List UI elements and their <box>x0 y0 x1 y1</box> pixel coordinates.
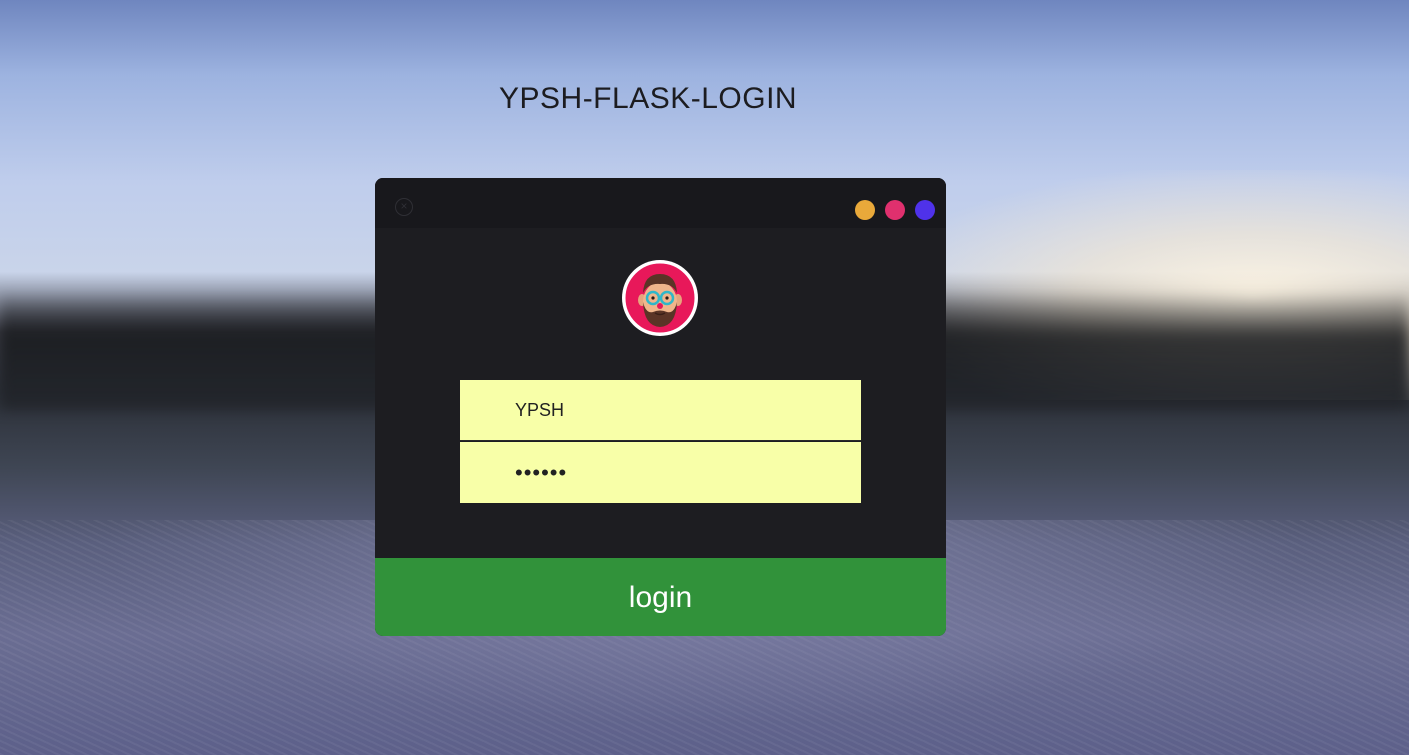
window-dot-yellow[interactable] <box>855 200 875 220</box>
dialog-titlebar: × <box>375 178 946 228</box>
window-dot-purple[interactable] <box>915 200 935 220</box>
username-input[interactable] <box>460 380 861 441</box>
bearded-man-avatar-icon <box>622 260 698 336</box>
login-dialog: × YPSH •••••• login <box>375 178 946 636</box>
avatar <box>622 260 698 336</box>
page-title: YPSH-FLASK-LOGIN <box>499 82 798 115</box>
password-input[interactable] <box>460 442 861 503</box>
login-button[interactable]: login <box>375 558 946 636</box>
background-scene: YPSH-FLASK-LOGIN × YPSH •••••• login <box>0 0 1409 755</box>
window-dot-pink[interactable] <box>885 200 905 220</box>
close-icon[interactable]: × <box>395 198 413 216</box>
